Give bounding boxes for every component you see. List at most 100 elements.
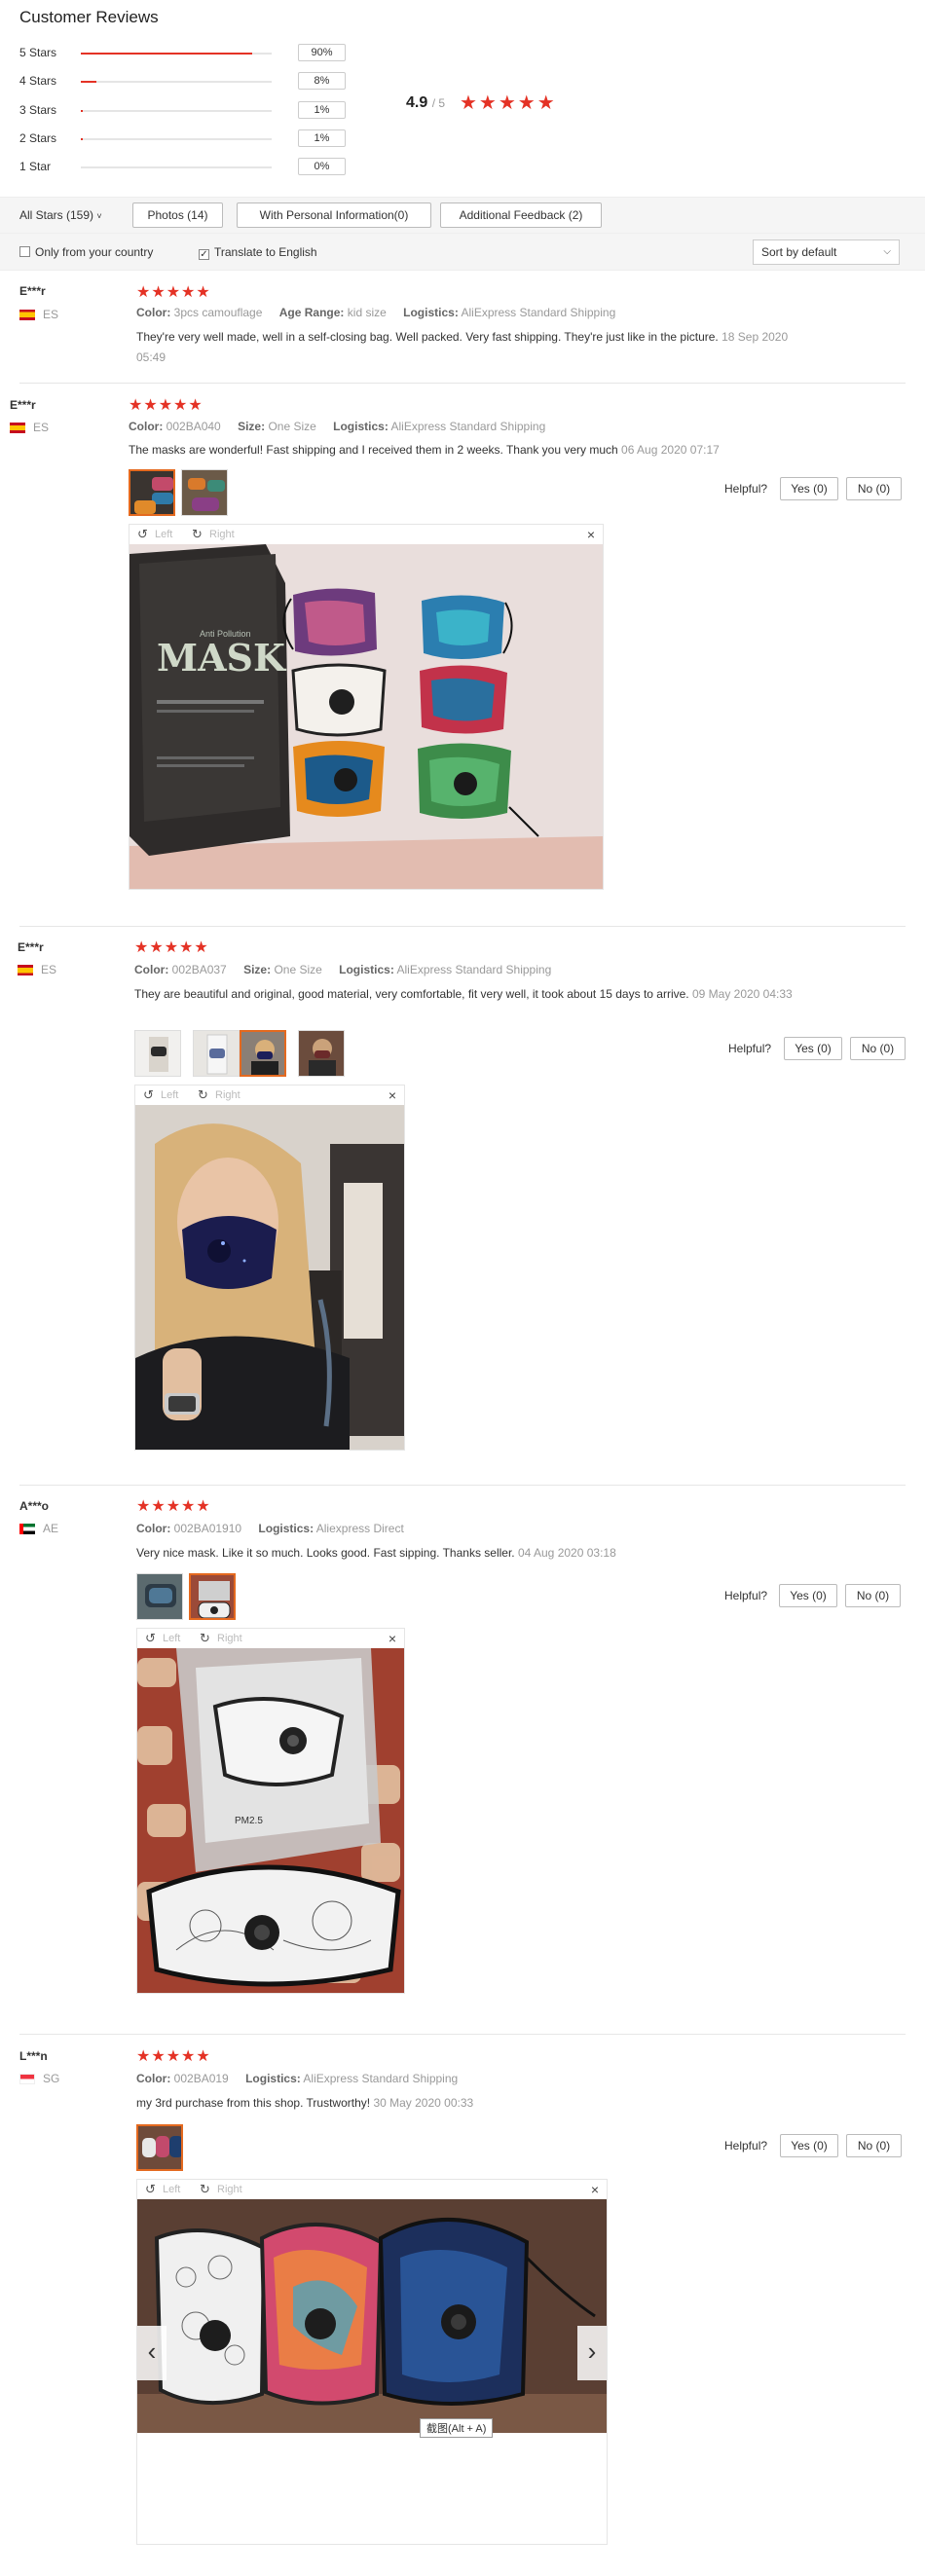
rotate-left-icon[interactable]: ↺ — [145, 2182, 156, 2197]
helpful-yes-button[interactable]: Yes (0) — [784, 1037, 842, 1060]
sort-dropdown[interactable]: Sort by default ⌵ — [753, 239, 900, 265]
selfie-thumbnail-image — [241, 1032, 284, 1075]
review-thumbnail[interactable] — [134, 1030, 181, 1077]
previous-photo-button[interactable]: ‹ — [137, 2326, 166, 2380]
review-date: 04 Aug 2020 03:18 — [517, 1546, 616, 1560]
personal-info-filter-button[interactable]: With Personal Information(0) — [237, 202, 431, 228]
review-thumbnail[interactable] — [240, 1030, 286, 1077]
rotate-right-icon[interactable]: ↻ — [192, 527, 203, 542]
review-body: The masks are wonderful! Fast shipping a… — [129, 443, 618, 457]
additional-feedback-filter-button[interactable]: Additional Feedback (2) — [440, 202, 602, 228]
chevron-left-icon: ‹ — [147, 2337, 157, 2366]
mask-thumbnail-image — [130, 471, 173, 514]
rating-row-3[interactable]: 3 Stars 1% — [19, 101, 346, 123]
close-icon[interactable]: × — [388, 1087, 396, 1103]
attr-label: Color: — [136, 1522, 171, 1535]
mask-thumbnail-image — [194, 1031, 239, 1076]
helpful-no-button[interactable]: No (0) — [850, 1037, 906, 1060]
rotate-right-label[interactable]: Right — [217, 2184, 242, 2195]
rotate-right-icon[interactable]: ↻ — [198, 1087, 208, 1103]
photo-viewer: ↺ Left ↻ Right × PM2.5 — [136, 1628, 405, 1994]
masks-on-carpet-image: PM2.5 — [137, 1648, 404, 1993]
review-thumbnail[interactable] — [298, 1030, 345, 1077]
overall-stars-icon: ★★★★★ — [460, 92, 557, 114]
attr-value: Aliexpress Direct — [315, 1522, 404, 1535]
photo-viewer: ↺ Left ↻ Right × MASK Anti Pollution — [129, 524, 604, 890]
review-attributes: Color: 002BA040 Size: One Size Logistics… — [129, 420, 545, 433]
reviewer-country: ES — [41, 963, 57, 976]
translate-label: Translate to English — [214, 245, 317, 259]
photo-viewer-toolbar: ↺ Left ↻ Right × — [130, 525, 603, 544]
rotate-right-icon[interactable]: ↻ — [200, 2182, 210, 2197]
review-stars-icon: ★★★★★ — [134, 939, 209, 956]
rating-row-5[interactable]: 5 Stars 90% — [19, 44, 346, 65]
rating-row-4[interactable]: 4 Stars 8% — [19, 72, 346, 93]
rating-bar — [81, 53, 272, 55]
rotate-right-icon[interactable]: ↻ — [200, 1631, 210, 1646]
screenshot-tooltip: 截图(Alt + A) — [420, 2418, 494, 2438]
flag-es-icon — [19, 310, 35, 320]
rating-bar-fill — [81, 138, 83, 140]
review-stars-icon: ★★★★★ — [136, 284, 211, 301]
photo-viewer-toolbar: ↺ Left ↻ Right × — [137, 2180, 607, 2199]
review-thumbnail[interactable] — [129, 469, 175, 516]
helpful-label: Helpful? — [724, 1589, 768, 1602]
all-stars-dropdown[interactable]: All Stars (159) ˅ — [19, 208, 102, 222]
close-icon[interactable]: × — [591, 2182, 599, 2197]
selfie-thumbnail-image — [299, 1031, 344, 1076]
reviewer-country: AE — [43, 1522, 59, 1535]
review-thumbnail[interactable] — [181, 469, 228, 516]
attr-value: AliExpress Standard Shipping — [396, 963, 552, 976]
divider — [19, 2034, 906, 2035]
selfie-image — [135, 1105, 404, 1450]
rotate-left-label[interactable]: Left — [163, 1633, 180, 1644]
rotate-left-icon[interactable]: ↺ — [143, 1087, 154, 1103]
flag-sg-icon — [19, 2074, 35, 2084]
attr-label: Color: — [134, 963, 169, 976]
translate-checkbox[interactable]: ✓ Translate to English — [199, 245, 317, 260]
photos-filter-button[interactable]: Photos (14) — [132, 202, 223, 228]
photo-viewer-toolbar: ↺ Left ↻ Right × — [135, 1086, 404, 1105]
attr-label: Logistics: — [339, 963, 394, 976]
only-country-checkbox[interactable]: Only from your country — [19, 245, 153, 259]
close-icon[interactable]: × — [388, 1631, 396, 1646]
attr-label: Logistics: — [333, 420, 388, 433]
helpful-no-button[interactable]: No (0) — [846, 477, 902, 500]
review-photo — [135, 1105, 404, 1450]
attr-label: Logistics: — [245, 2072, 301, 2085]
next-photo-button[interactable]: › — [577, 2326, 607, 2380]
helpful-label: Helpful? — [724, 482, 768, 496]
reviewer-name: E***r — [10, 398, 36, 412]
review-thumbnail[interactable] — [136, 2124, 183, 2171]
helpful-yes-button[interactable]: Yes (0) — [780, 477, 838, 500]
mask-thumbnail-image — [137, 1574, 182, 1619]
helpful-label: Helpful? — [724, 2139, 768, 2153]
three-masks-image — [137, 2199, 607, 2433]
rating-bar — [81, 166, 272, 168]
helpful-yes-button[interactable]: Yes (0) — [779, 1584, 837, 1607]
helpful-yes-button[interactable]: Yes (0) — [780, 2134, 838, 2157]
close-icon[interactable]: × — [587, 527, 595, 542]
rotate-left-icon[interactable]: ↺ — [137, 527, 148, 542]
flag-es-icon — [18, 965, 33, 975]
attr-value: 002BA040 — [166, 420, 221, 433]
rotate-right-label[interactable]: Right — [209, 529, 235, 540]
chevron-down-icon: ˅ — [96, 211, 102, 221]
helpful-no-button[interactable]: No (0) — [845, 1584, 901, 1607]
rotate-left-label[interactable]: Left — [161, 1089, 178, 1101]
review-thumbnail[interactable] — [193, 1030, 240, 1077]
chevron-down-icon: ⌵ — [883, 246, 891, 257]
rotate-right-label[interactable]: Right — [215, 1089, 240, 1101]
review-thumbnail[interactable] — [189, 1573, 236, 1620]
rating-row-2[interactable]: 2 Stars 1% — [19, 129, 346, 151]
rating-row-1[interactable]: 1 Star 0% — [19, 158, 346, 179]
helpful-no-button[interactable]: No (0) — [846, 2134, 902, 2157]
rotate-left-label[interactable]: Left — [155, 529, 172, 540]
rotate-left-icon[interactable]: ↺ — [145, 1631, 156, 1646]
rating-row-label: 1 Star — [19, 160, 52, 173]
rotate-right-label[interactable]: Right — [217, 1633, 242, 1644]
review-attributes: Color: 002BA01910 Logistics: Aliexpress … — [136, 1522, 404, 1535]
page-title: Customer Reviews — [19, 8, 159, 26]
rotate-left-label[interactable]: Left — [163, 2184, 180, 2195]
review-thumbnail[interactable] — [136, 1573, 183, 1620]
